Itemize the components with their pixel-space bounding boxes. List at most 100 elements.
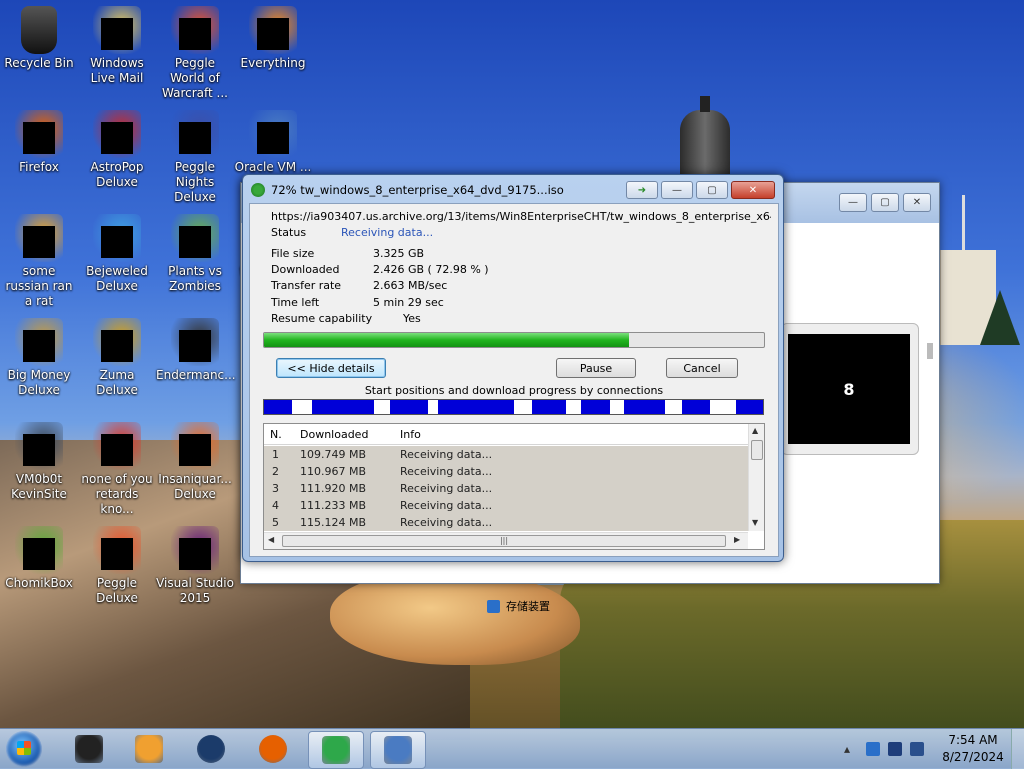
table-row[interactable]: 5 115.124 MB Receiving data... [264, 514, 748, 531]
desktop-icon-label: none of you retards kno... [81, 472, 153, 516]
column-header-n[interactable]: N. [270, 428, 282, 441]
desktop-icon[interactable]: Zuma Deluxe [78, 318, 156, 398]
storage-section[interactable]: 存储装置 [487, 598, 550, 614]
table-row[interactable]: 2 110.967 MB Receiving data... [264, 463, 748, 480]
minimize-button[interactable]: — [661, 181, 693, 199]
system-tray: ▴ [844, 729, 924, 769]
desktop-icon[interactable]: AstroPop Deluxe [78, 110, 156, 190]
connection-gap [710, 400, 737, 414]
desktop-icon-label: Endermanc... [156, 368, 236, 382]
volume-icon[interactable] [910, 742, 924, 756]
table-row[interactable]: 3 111.920 MB Receiving data... [264, 480, 748, 497]
close-button[interactable]: ✕ [903, 193, 931, 212]
desktop-icon-label: some russian ran a rat [5, 264, 73, 308]
cell-n: 4 [272, 499, 279, 512]
vertical-scroll-thumb[interactable] [751, 440, 763, 460]
desktop-icon[interactable]: Big Money Deluxe [0, 318, 78, 398]
desktop-icon[interactable]: ChomikBox [0, 526, 78, 591]
monitor-icon[interactable] [888, 742, 902, 756]
firefox-icon [15, 110, 63, 158]
table-row[interactable]: 1 109.749 MB Receiving data... [264, 446, 748, 463]
desktop-icon[interactable]: Everything [234, 6, 312, 71]
scroll-right-icon[interactable]: ▶ [734, 535, 740, 544]
taskbar-media-player[interactable] [122, 731, 176, 767]
clock-time: 7:54 AM [948, 733, 998, 747]
connection-gap [291, 400, 312, 414]
desktop-icon-label: Windows Live Mail [90, 56, 144, 85]
hide-details-button[interactable]: << Hide details [276, 358, 386, 378]
game-icon [93, 318, 141, 366]
cell-downloaded: 111.233 MB [300, 499, 367, 512]
taskbar: ▴ 7:54 AM 8/27/2024 [0, 728, 1024, 769]
start-button[interactable] [6, 731, 42, 767]
desktop-icon-label: ChomikBox [5, 576, 73, 590]
scroll-up-icon[interactable]: ▲ [752, 426, 758, 435]
desktop-icon[interactable]: Endermanc... [156, 318, 236, 383]
connections-list[interactable]: N. Downloaded Info 1 109.749 MB Receiving … [263, 423, 765, 550]
column-header-info[interactable]: Info [400, 428, 421, 441]
download-window-titlebar[interactable]: 72% tw_windows_8_enterprise_x64_dvd_9175… [251, 181, 564, 199]
taskbar-firefox[interactable] [246, 731, 300, 767]
cell-info: Receiving data... [400, 482, 493, 495]
connections-horizontal-scrollbar[interactable]: ◀ ||| ▶ [264, 532, 748, 549]
download-progress-bar [263, 332, 765, 348]
desktop-icon-label: Bejeweled Deluxe [86, 264, 148, 293]
taskbar-clock[interactable]: 7:54 AM 8/27/2024 [940, 732, 1006, 766]
background-window-scrollbar[interactable] [927, 343, 933, 359]
desktop-icon[interactable]: Bejeweled Deluxe [78, 214, 156, 294]
taskbar-globe[interactable] [184, 731, 238, 767]
connections-vertical-scrollbar[interactable]: ▲ ▼ [748, 424, 764, 531]
table-row[interactable]: 4 111.233 MB Receiving data... [264, 497, 748, 514]
download-window-controls: ➜ — ▢ ✕ [626, 181, 775, 199]
close-button[interactable]: ✕ [731, 181, 775, 199]
desktop-icon[interactable]: Plants vs Zombies [156, 214, 234, 294]
cell-info: Receiving data... [400, 448, 493, 461]
desktop-icon[interactable]: Peggle Deluxe [78, 526, 156, 606]
desktop-icon[interactable]: Oracle VM ... [234, 110, 312, 175]
taskbar-media-center[interactable] [62, 731, 116, 767]
close-icon: ✕ [748, 184, 758, 196]
download-window[interactable]: 72% tw_windows_8_enterprise_x64_dvd_9175… [242, 174, 784, 562]
connection-gap [427, 400, 438, 414]
maximize-button[interactable]: ▢ [696, 181, 728, 199]
chevron-up-icon[interactable]: ▴ [844, 742, 858, 756]
scroll-left-icon[interactable]: ◀ [268, 535, 274, 544]
desktop-icon[interactable]: none of you retards kno... [78, 422, 156, 517]
send-to-tray-button[interactable]: ➜ [626, 181, 658, 199]
money-icon [15, 318, 63, 366]
desktop-icon[interactable]: Peggle World of Warcraft ... [156, 6, 234, 101]
scroll-down-icon[interactable]: ▼ [752, 518, 758, 527]
desktop-icon[interactable]: Windows Live Mail [78, 6, 156, 86]
horizontal-scroll-thumb[interactable]: ||| [282, 535, 726, 547]
recycle-bin-icon [15, 6, 63, 54]
column-header-downloaded[interactable]: Downloaded [300, 428, 368, 441]
minimize-button[interactable]: — [839, 193, 867, 212]
peggle-icon [93, 526, 141, 574]
maximize-button[interactable]: ▢ [871, 193, 899, 212]
game-icon [93, 110, 141, 158]
time-left-value: 5 min 29 sec [373, 296, 444, 309]
network-icon[interactable] [866, 742, 880, 756]
desktop-icon[interactable]: Insaniquar... Deluxe [156, 422, 234, 502]
desktop-icon[interactable]: Firefox [0, 110, 78, 175]
mail-icon [93, 6, 141, 54]
desktop-icon-label: Plants vs Zombies [168, 264, 222, 293]
desktop-icon[interactable]: some russian ran a rat [0, 214, 78, 309]
desktop-icon[interactable]: Visual Studio 2015 [156, 526, 234, 606]
arrow-right-icon: ➜ [637, 184, 647, 196]
pause-button[interactable]: Pause [556, 358, 636, 378]
cell-downloaded: 109.749 MB [300, 448, 367, 461]
maximize-icon: ▢ [707, 184, 717, 196]
cancel-button[interactable]: Cancel [666, 358, 738, 378]
show-desktop-button[interactable] [1011, 729, 1024, 769]
desktop-icon-label: Big Money Deluxe [7, 368, 71, 397]
visual-studio-icon [171, 526, 219, 574]
taskbar-virtualbox[interactable] [370, 731, 426, 769]
desktop-icon[interactable]: VM0b0t KevinSite [0, 422, 78, 502]
taskbar-idm[interactable] [308, 731, 364, 769]
desktop-icon[interactable]: Peggle Nights Deluxe [156, 110, 234, 205]
downloaded-label: Downloaded [271, 263, 340, 276]
wallpaper-tree [980, 290, 1020, 345]
desktop-icon[interactable]: Recycle Bin [0, 6, 78, 71]
cell-n: 5 [272, 516, 279, 529]
